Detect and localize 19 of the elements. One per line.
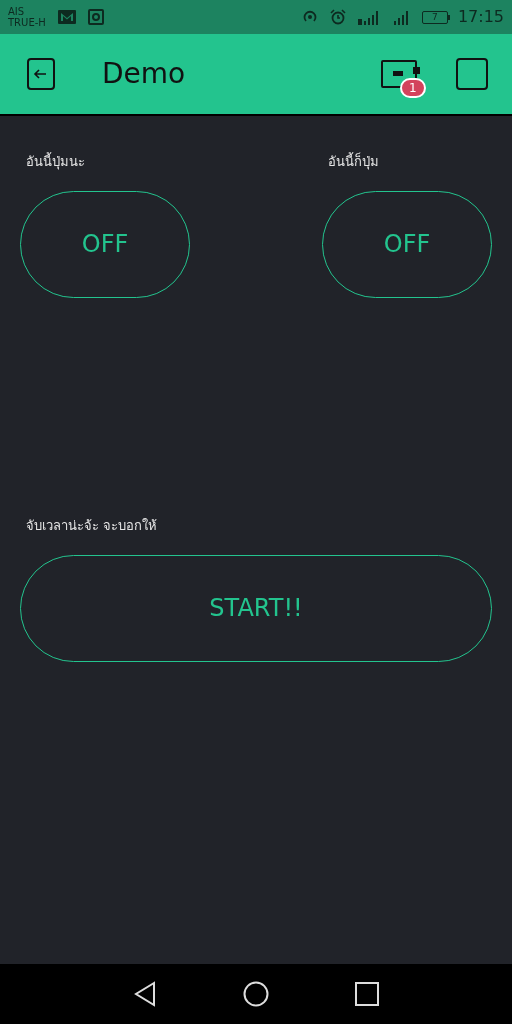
battery-level: 7 <box>432 12 438 22</box>
home-icon[interactable] <box>243 981 269 1007</box>
widget-label: อันนี้ปุ่มนะ <box>26 152 86 172</box>
signal-icon <box>357 9 380 25</box>
recents-icon[interactable] <box>355 982 379 1006</box>
widget-label: จับเวลาน่ะจ้ะ จะบอกให้ <box>26 517 159 535</box>
back-icon[interactable] <box>133 981 157 1007</box>
app-title: Demo <box>102 56 186 92</box>
carrier-name: AIS <box>8 6 26 17</box>
clock: 17:15 <box>457 6 504 28</box>
carrier-name: TRUE-H <box>8 17 46 28</box>
camera-icon <box>87 9 104 25</box>
exit-icon <box>24 57 58 91</box>
mail-icon <box>57 10 76 24</box>
square-icon[interactable] <box>456 58 488 90</box>
widget-label: อันนี้ก็ปุ่ม <box>328 152 380 172</box>
notification-badge: 1 <box>400 78 426 98</box>
signal-icon <box>391 9 410 25</box>
alarm-icon <box>329 9 346 25</box>
